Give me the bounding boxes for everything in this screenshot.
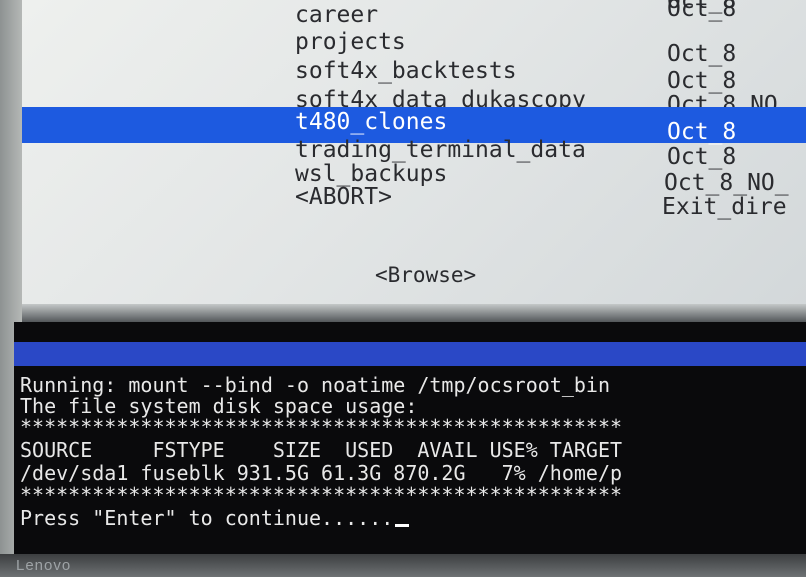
terminal-line-usage-heading: The file system disk space usage: (20, 394, 418, 418)
screen-bezel-bottom (0, 554, 806, 577)
terminal-line-table-row: /dev/sda1 fuseblk 931.5G 61.3G 870.2G 7%… (20, 461, 623, 485)
dialog-shadow (22, 304, 806, 322)
terminal-line-press-enter: Press "Enter" to continue...... (20, 506, 410, 530)
item-name: soft4x_backtests (295, 58, 517, 84)
list-item-career[interactable]: career Oct_8 (22, 0, 806, 28)
list-item-projects[interactable]: projects Oct_8 (22, 29, 806, 67)
lenovo-logo: Lenovo (16, 557, 72, 574)
terminal-line-separator: ****************************************… (20, 483, 623, 507)
item-name: t480_clones (295, 109, 448, 135)
text-cursor (395, 524, 410, 527)
directory-browser-dialog: Oct_8 career Oct_8 projects Oct_8 soft4x… (22, 0, 806, 312)
browse-button[interactable]: <Browse> (375, 262, 476, 288)
list-item-abort[interactable]: <ABORT> Exit_dire (22, 184, 806, 220)
item-date: Exit_dire (662, 194, 787, 220)
item-name: career (295, 2, 379, 28)
list-item-trading-terminal-data[interactable]: trading_terminal_data Oct_8 (22, 137, 806, 170)
terminal-line-table-header: SOURCE FSTYPE SIZE USED AVAIL USE% TARGE… (20, 438, 623, 462)
item-name: <ABORT> (295, 184, 392, 210)
list-item-soft4x-backtests[interactable]: soft4x_backtests Oct_8 (22, 58, 806, 94)
terminal-status-bar (14, 342, 806, 366)
terminal-line-mount: Running: mount --bind -o noatime /tmp/oc… (20, 373, 611, 397)
terminal-output: Running: mount --bind -o noatime /tmp/oc… (14, 322, 806, 560)
item-date: Oct_8 (667, 0, 737, 22)
item-name: projects (295, 29, 406, 55)
press-enter-prompt: Press "Enter" to continue...... (20, 506, 394, 530)
item-name: trading_terminal_data (295, 137, 586, 163)
terminal-line-separator: ****************************************… (20, 415, 623, 439)
